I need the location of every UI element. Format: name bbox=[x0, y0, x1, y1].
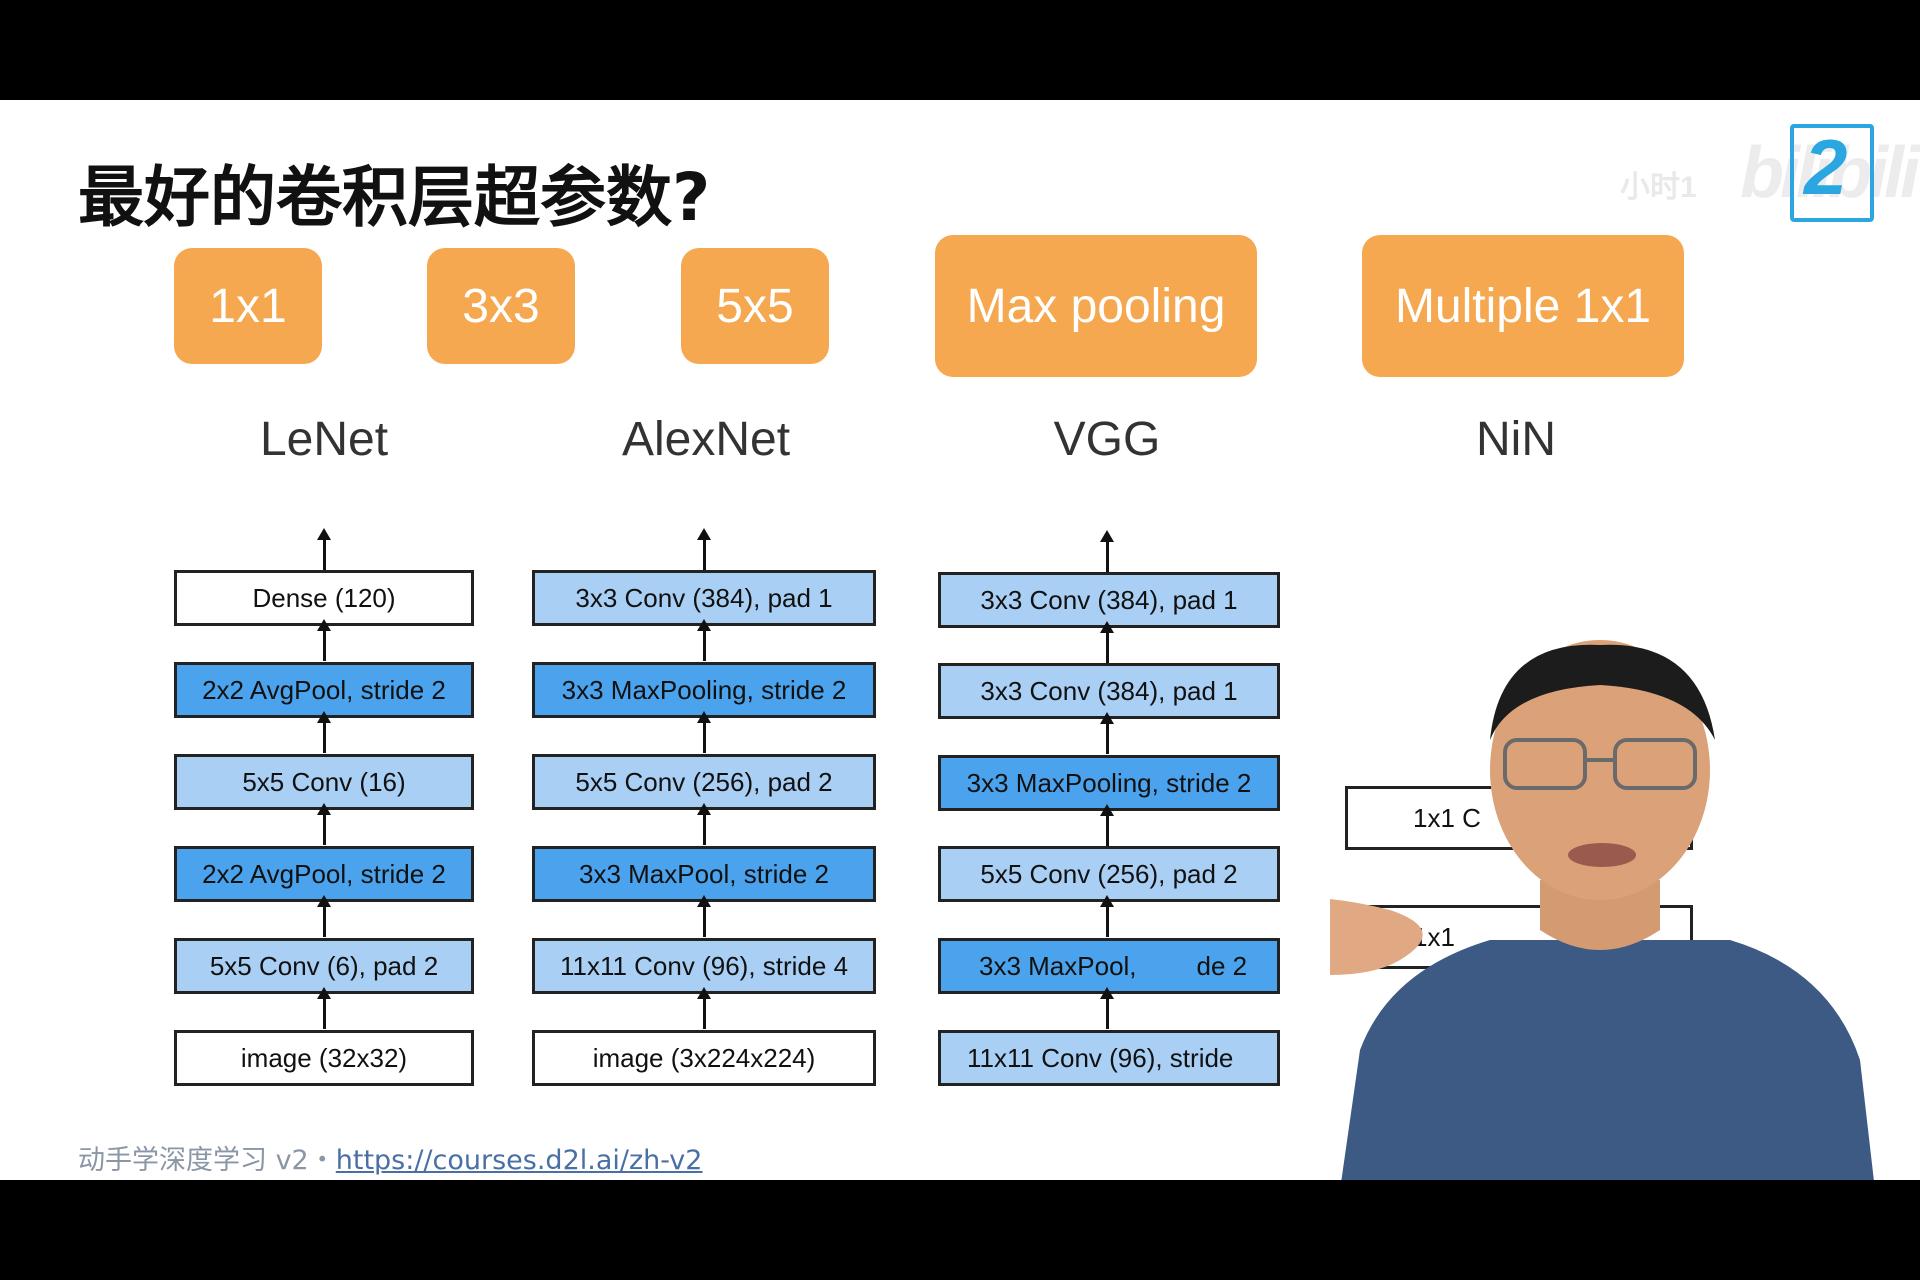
arrow-up-icon bbox=[317, 619, 331, 661]
arrow-up-icon bbox=[1100, 712, 1114, 754]
vgg-layer-text: 3x3 MaxPool, bbox=[979, 950, 1137, 981]
video-letterbox-bottom bbox=[0, 1180, 1920, 1280]
slide-title: 最好的卷积层超参数? bbox=[78, 159, 711, 236]
footer-link[interactable]: https://courses.d2l.ai/zh-v2 bbox=[336, 1145, 703, 1176]
arrow-up-icon bbox=[697, 619, 711, 661]
alexnet-layer: 11x11 Conv (96), stride 4 bbox=[532, 938, 876, 994]
lenet-layer: Dense (120) bbox=[174, 570, 474, 626]
label-alexnet: AlexNet bbox=[621, 413, 791, 466]
arrow-up-icon bbox=[697, 895, 711, 937]
video-letterbox-top bbox=[0, 0, 1920, 100]
arrow-up-icon bbox=[697, 528, 711, 570]
vgg-layer: 5x5 Conv (256), pad 2 bbox=[938, 846, 1280, 902]
arrow-up-icon bbox=[317, 803, 331, 845]
alexnet-layer: 3x3 MaxPooling, stride 2 bbox=[532, 662, 876, 718]
watermark-faint-text: 小时1 bbox=[1620, 171, 1697, 204]
label-nin: NiN bbox=[1476, 413, 1556, 466]
alexnet-layer: image (3x224x224) bbox=[532, 1030, 876, 1086]
slide: 最好的卷积层超参数? 小时1 bilibili 2 1x1 3x3 5x5 Ma… bbox=[0, 100, 1920, 1180]
alexnet-layer: 5x5 Conv (256), pad 2 bbox=[532, 754, 876, 810]
presenter-video-overlay bbox=[1330, 640, 1874, 1180]
vgg-layer: 3x3 MaxPooling, stride 2 bbox=[938, 755, 1280, 811]
footer-text: 动手学深度学习 v2・ bbox=[78, 1145, 336, 1176]
arrow-up-icon bbox=[317, 711, 331, 753]
arrow-up-icon bbox=[317, 987, 331, 1029]
vgg-layer: 3x3 MaxPool, de 2 bbox=[938, 938, 1280, 994]
alexnet-layer: 3x3 MaxPool, stride 2 bbox=[532, 846, 876, 902]
hyperparam-1x1: 1x1 bbox=[174, 248, 322, 364]
vgg-layer: 11x11 Conv (96), stride bbox=[938, 1030, 1280, 1086]
alexnet-layer: 3x3 Conv (384), pad 1 bbox=[532, 570, 876, 626]
vgg-layer: 3x3 Conv (384), pad 1 bbox=[938, 572, 1280, 628]
arrow-up-icon bbox=[317, 895, 331, 937]
arrow-up-icon bbox=[317, 528, 331, 570]
arrow-up-icon bbox=[697, 803, 711, 845]
lenet-layer: 5x5 Conv (6), pad 2 bbox=[174, 938, 474, 994]
d2l-logo-icon: 2 bbox=[1790, 123, 1874, 222]
arrow-up-icon bbox=[1100, 987, 1114, 1029]
arrow-up-icon bbox=[1100, 804, 1114, 846]
label-lenet: LeNet bbox=[259, 413, 389, 466]
vgg-layer-text-tail: de 2 bbox=[1196, 950, 1248, 981]
channel-logo: 小时1 bilibili 2 bbox=[1620, 123, 1920, 234]
vgg-layer: 3x3 Conv (384), pad 1 bbox=[938, 663, 1280, 719]
lenet-layer: 2x2 AvgPool, stride 2 bbox=[174, 662, 474, 718]
hyperparam-5x5: 5x5 bbox=[681, 248, 829, 364]
hyperparam-3x3: 3x3 bbox=[427, 248, 575, 364]
arrow-up-icon bbox=[1100, 895, 1114, 937]
arrow-up-icon bbox=[1100, 621, 1114, 663]
lenet-layer: image (32x32) bbox=[174, 1030, 474, 1086]
arrow-up-icon bbox=[697, 711, 711, 753]
lenet-layer: 2x2 AvgPool, stride 2 bbox=[174, 846, 474, 902]
hyperparam-max-pooling: Max pooling bbox=[935, 235, 1257, 377]
label-vgg: VGG bbox=[1053, 413, 1161, 466]
lenet-layer: 5x5 Conv (16) bbox=[174, 754, 474, 810]
arrow-up-icon bbox=[697, 987, 711, 1029]
hyperparam-multiple-1x1: Multiple 1x1 bbox=[1362, 235, 1684, 377]
footer-citation: 动手学深度学习 v2・https://courses.d2l.ai/zh-v2 bbox=[78, 1138, 702, 1177]
arrow-up-icon bbox=[1100, 530, 1114, 572]
